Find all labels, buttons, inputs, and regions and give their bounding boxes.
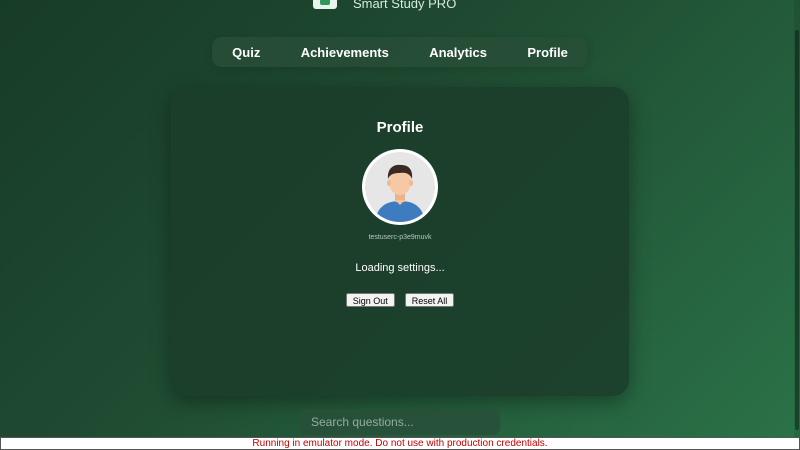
nav-item-analytics[interactable]: Analytics xyxy=(429,45,487,60)
app-title: Smart Study PRO xyxy=(353,0,457,11)
username-label: testuserc-p3e9muvk xyxy=(368,234,432,241)
search-input[interactable] xyxy=(299,409,500,435)
app-header: Smart Study PRO xyxy=(313,0,457,11)
profile-actions: Sign Out Reset All xyxy=(171,293,629,307)
reset-all-button[interactable]: Reset All xyxy=(404,293,455,307)
scrollbar-thumb[interactable] xyxy=(795,30,799,430)
sign-out-button[interactable]: Sign Out xyxy=(345,293,395,307)
nav-item-achievements[interactable]: Achievements xyxy=(301,45,389,60)
avatar xyxy=(362,149,438,225)
logo-mark xyxy=(320,0,330,5)
nav-item-quiz[interactable]: Quiz xyxy=(232,45,260,60)
page-scrollbar[interactable] xyxy=(794,0,800,437)
settings-status: Loading settings... xyxy=(355,262,445,274)
main-nav: Quiz Achievements Analytics Profile xyxy=(212,37,588,67)
page-title: Profile xyxy=(376,119,424,136)
user-avatar-icon xyxy=(365,152,435,222)
profile-card: Profile testuserc-p3e9muvk Loading setti… xyxy=(171,87,629,396)
nav-item-profile[interactable]: Profile xyxy=(527,45,567,60)
emulator-warning-banner: Running in emulator mode. Do not use wit… xyxy=(0,437,800,450)
app-logo-icon xyxy=(313,0,337,9)
